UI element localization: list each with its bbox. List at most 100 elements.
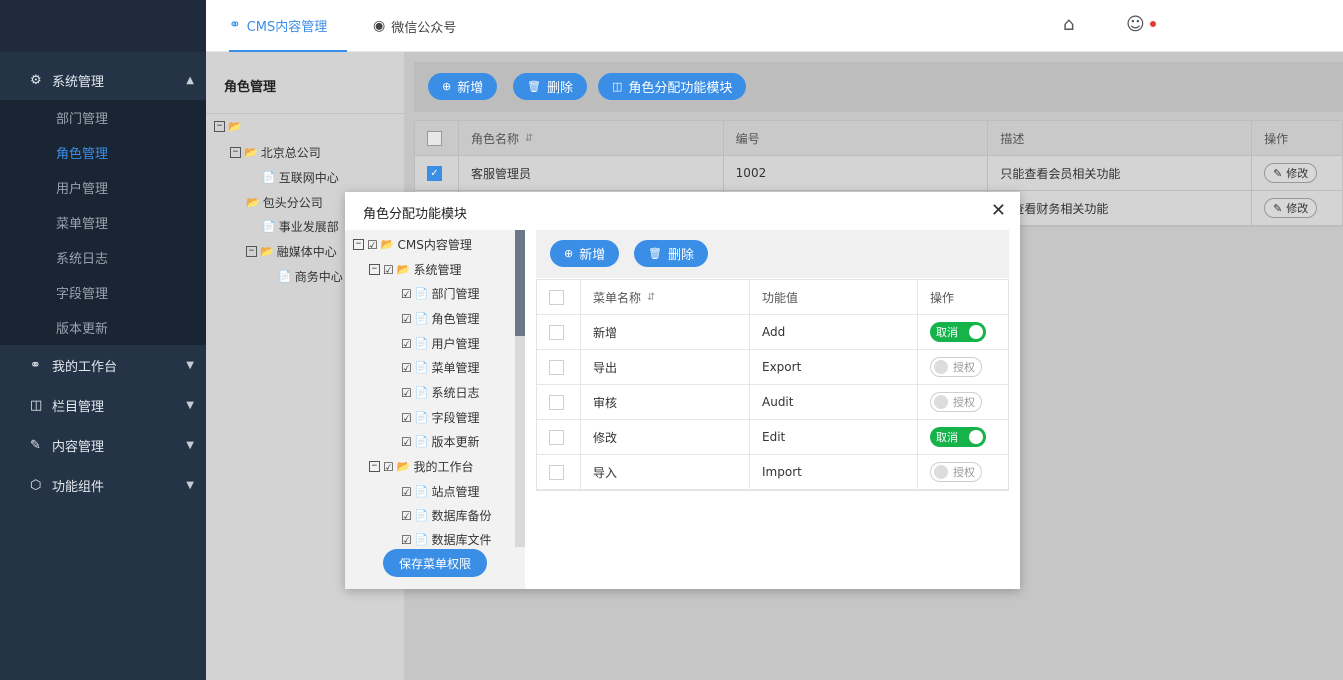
table-row[interactable]: ✓ 客服管理员 1002 只能查看会员相关功能 ✎ 修改 xyxy=(415,155,1342,191)
checkbox-checked-icon[interactable]: ☑ xyxy=(401,485,412,499)
header-cell[interactable]: 角色名称 ⇵ xyxy=(459,120,724,156)
sidebar-item-user[interactable]: 用户管理 xyxy=(0,170,206,205)
tree-node[interactable]: 📄 事业发展部 xyxy=(262,218,339,235)
row-checkbox[interactable] xyxy=(549,464,564,480)
home-icon[interactable]: ⌂ xyxy=(1063,14,1074,35)
tree-node-label: 我的工作台 xyxy=(413,460,474,474)
header-cell[interactable]: 菜单名称 ⇵ xyxy=(581,279,750,315)
scrollbar[interactable] xyxy=(515,230,525,547)
tree-node[interactable]: ☑ 📄 字段管理 xyxy=(401,409,479,426)
checkbox-checked-icon[interactable]: ☑ xyxy=(383,460,394,474)
sidebar-item-role[interactable]: 角色管理 xyxy=(0,135,206,170)
checkbox-checked-icon[interactable]: ☑ xyxy=(401,386,412,400)
file-icon: 📄 xyxy=(414,386,429,399)
select-all-checkbox[interactable] xyxy=(427,130,442,146)
checkbox-checked-icon[interactable]: ☑ xyxy=(401,361,412,375)
permission-toggle[interactable]: 取消 xyxy=(930,322,986,342)
delete-function-button[interactable]: 🗑 删除 xyxy=(634,240,708,267)
tab-cms[interactable]: ⚭ CMS内容管理 xyxy=(229,0,347,52)
plus-circle-icon: ⊕ xyxy=(442,80,452,93)
permission-toggle[interactable]: 授权 xyxy=(930,462,982,482)
checkbox-checked-icon[interactable]: ☑ xyxy=(401,287,412,301)
table-row[interactable]: 审核 Audit 授权 xyxy=(537,384,1008,420)
tree-node[interactable]: ☑ 📄 用户管理 xyxy=(401,335,479,352)
collapse-icon[interactable]: − xyxy=(230,147,241,158)
tree-node[interactable]: ☑ 📄 数据库文件 xyxy=(401,531,491,548)
tree-node[interactable]: ☑ 📄 站点管理 xyxy=(401,483,479,500)
tree-node[interactable]: − ☑ 📂 CMS内容管理 xyxy=(353,236,472,253)
checkbox-checked-icon[interactable]: ☑ xyxy=(401,312,412,326)
sidebar-item-field[interactable]: 字段管理 xyxy=(0,275,206,310)
close-icon[interactable]: ✕ xyxy=(991,200,1006,221)
assign-module-button[interactable]: ◫ 角色分配功能模块 xyxy=(598,73,747,100)
permission-toggle[interactable]: 授权 xyxy=(930,392,982,412)
chat-icon[interactable]: ☺ xyxy=(1126,14,1145,35)
tab-wechat[interactable]: ◉ 微信公众号 xyxy=(373,0,456,52)
sidebar-item-log[interactable]: 系统日志 xyxy=(0,240,206,275)
sidebar-item-version[interactable]: 版本更新 xyxy=(0,310,206,345)
checkbox-checked-icon[interactable]: ☑ xyxy=(367,238,378,252)
collapse-icon[interactable]: − xyxy=(369,461,380,472)
row-checkbox[interactable] xyxy=(549,324,564,340)
header-checkbox-cell xyxy=(415,120,459,156)
checkbox-checked-icon[interactable]: ☑ xyxy=(401,509,412,523)
chevron-down-icon: ▼ xyxy=(186,479,194,491)
add-button[interactable]: ⊕ 新增 xyxy=(428,73,498,100)
permission-toggle[interactable]: 授权 xyxy=(930,357,982,377)
tree-node[interactable]: ☑ 📄 版本更新 xyxy=(401,433,479,450)
sort-icon[interactable]: ⇵ xyxy=(525,133,533,144)
sidebar-group-workbench[interactable]: ⚭ 我的工作台 ▼ xyxy=(0,345,206,385)
sidebar-group-components[interactable]: ⬡ 功能组件 ▼ xyxy=(0,465,206,505)
tree-node[interactable]: ☑ 📄 部门管理 xyxy=(401,285,479,302)
tree-root[interactable]: − 📂 xyxy=(214,120,245,133)
table-row[interactable]: 新增 Add 取消 xyxy=(537,314,1008,350)
cell: ✎ 修改 xyxy=(1252,156,1342,191)
edit-button[interactable]: ✎ 修改 xyxy=(1264,163,1318,183)
function-value: Edit xyxy=(762,430,786,444)
add-function-button[interactable]: ⊕ 新增 xyxy=(550,240,620,267)
tree-node[interactable]: ☑ 📄 数据库备份 xyxy=(401,507,491,524)
tree-node[interactable]: ☑ 📄 系统日志 xyxy=(401,384,479,401)
tree-node[interactable]: − 📂 融媒体中心 xyxy=(246,243,337,260)
edit-button[interactable]: ✎ 修改 xyxy=(1264,198,1318,218)
tab-wechat-label: 微信公众号 xyxy=(391,20,457,36)
tree-node[interactable]: 📂 包头分公司 xyxy=(246,194,323,211)
sidebar-group-system[interactable]: ⚙ 系统管理 ▲ xyxy=(0,60,206,100)
sort-icon[interactable]: ⇵ xyxy=(647,292,655,303)
checkbox-checked-icon[interactable]: ☑ xyxy=(401,435,412,449)
collapse-icon[interactable]: − xyxy=(353,239,364,250)
tree-node-label: 系统管理 xyxy=(413,263,462,277)
collapse-icon[interactable]: − xyxy=(369,264,380,275)
tree-node[interactable]: − ☑ 📂 系统管理 xyxy=(369,261,461,278)
scrollbar-thumb[interactable] xyxy=(515,230,525,336)
sidebar-item-menu[interactable]: 菜单管理 xyxy=(0,205,206,240)
checkbox-checked-icon[interactable]: ☑ xyxy=(401,411,412,425)
permission-toggle[interactable]: 取消 xyxy=(930,427,986,447)
tree-node[interactable]: 📄 商务中心 xyxy=(278,268,343,285)
table-row[interactable]: 导出 Export 授权 xyxy=(537,349,1008,385)
row-checkbox[interactable]: ✓ xyxy=(427,165,442,181)
tree-node[interactable]: − ☑ 📂 我的工作台 xyxy=(369,458,473,475)
toggle-label: 授权 xyxy=(953,466,975,479)
sidebar-item-department[interactable]: 部门管理 xyxy=(0,100,206,135)
tree-node[interactable]: ☑ 📄 菜单管理 xyxy=(401,359,479,376)
sidebar-group-columns[interactable]: ◫ 栏目管理 ▼ xyxy=(0,385,206,425)
row-checkbox[interactable] xyxy=(549,394,564,410)
add-button-label: 新增 xyxy=(579,248,606,263)
sidebar-group-content[interactable]: ✎ 内容管理 ▼ xyxy=(0,425,206,465)
save-permissions-button[interactable]: 保存菜单权限 xyxy=(383,549,487,577)
checkbox-checked-icon[interactable]: ☑ xyxy=(401,533,412,547)
delete-button[interactable]: 🗑 删除 xyxy=(513,73,587,100)
select-all-checkbox[interactable] xyxy=(549,289,564,305)
collapse-icon[interactable]: − xyxy=(214,121,225,132)
tree-node[interactable]: ☑ 📄 角色管理 xyxy=(401,310,479,327)
tree-node[interactable]: − 📂 北京总公司 xyxy=(230,144,321,161)
table-row[interactable]: 导入 Import 授权 xyxy=(537,454,1008,490)
checkbox-checked-icon[interactable]: ☑ xyxy=(383,263,394,277)
checkbox-checked-icon[interactable]: ☑ xyxy=(401,337,412,351)
row-checkbox[interactable] xyxy=(549,429,564,445)
tree-node[interactable]: 📄 互联网中心 xyxy=(262,169,339,186)
collapse-icon[interactable]: − xyxy=(246,246,257,257)
row-checkbox[interactable] xyxy=(549,359,564,375)
table-row[interactable]: 修改 Edit 取消 xyxy=(537,419,1008,455)
